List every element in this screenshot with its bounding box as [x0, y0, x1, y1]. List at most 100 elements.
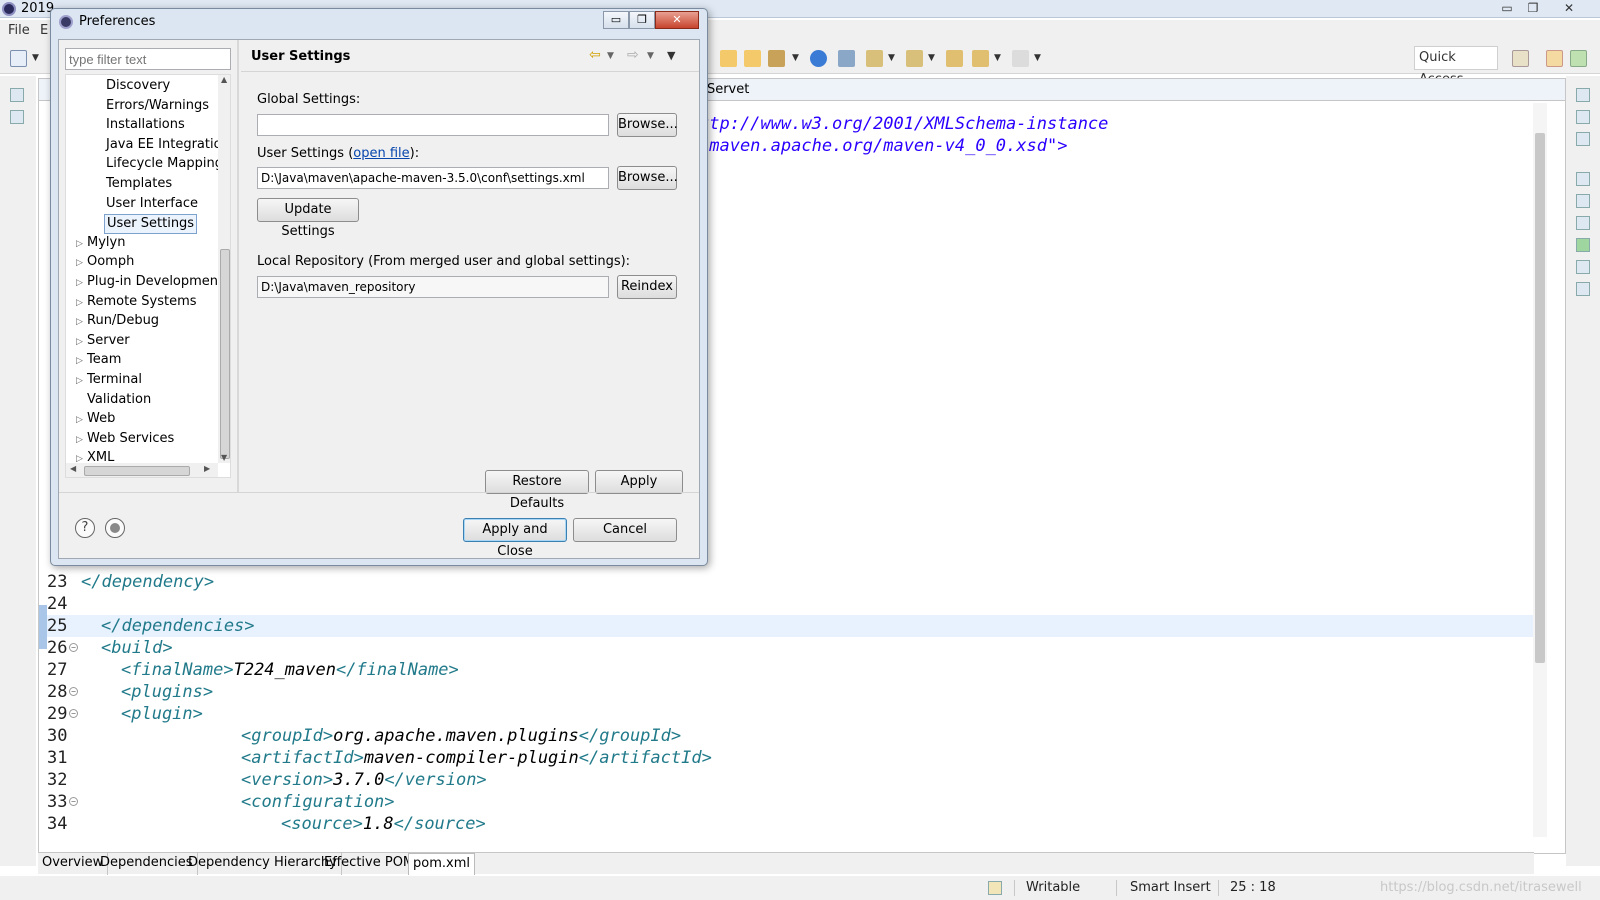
- project-explorer-icon[interactable]: [10, 110, 24, 124]
- fold-toggle-icon[interactable]: −: [69, 687, 78, 696]
- open-folder-icon[interactable]: [720, 50, 737, 67]
- global-settings-input[interactable]: [257, 114, 609, 136]
- close-window-button[interactable]: ✕: [1556, 0, 1582, 16]
- tree-expand-icon[interactable]: ▷: [76, 239, 83, 249]
- tree-item[interactable]: Team: [85, 351, 123, 371]
- tree-item[interactable]: Templates: [104, 175, 174, 195]
- user-browse-button[interactable]: Browse...: [617, 166, 678, 190]
- tree-item[interactable]: Validation: [85, 391, 153, 411]
- tree-horizontal-thumb[interactable]: [84, 466, 190, 476]
- tree-expand-icon[interactable]: ▷: [76, 435, 83, 445]
- restore-right-view-icon[interactable]: [1576, 88, 1590, 102]
- tree-item[interactable]: Remote Systems: [85, 293, 199, 313]
- tab-pom-xml[interactable]: pom.xml: [408, 853, 475, 875]
- tab-dependencies[interactable]: Dependencies: [96, 853, 198, 875]
- task-list-icon[interactable]: [1576, 132, 1590, 146]
- console-icon[interactable]: [1576, 282, 1590, 296]
- back-dropdown-icon[interactable]: ▼: [994, 53, 1001, 63]
- tree-item[interactable]: Discovery: [104, 77, 172, 97]
- tree-item[interactable]: Run/Debug: [85, 312, 161, 332]
- forward-dropdown-icon[interactable]: ▼: [1034, 53, 1041, 63]
- scroll-left-icon[interactable]: ◀: [70, 464, 76, 473]
- user-settings-input[interactable]: D:\Java\maven\apache-maven-3.5.0\conf\se…: [257, 167, 609, 189]
- tree-item[interactable]: Mylyn: [85, 234, 127, 254]
- open-type-icon[interactable]: [744, 50, 761, 67]
- globe-icon[interactable]: [810, 50, 827, 67]
- tree-expand-icon[interactable]: ▷: [76, 298, 83, 308]
- global-browse-button[interactable]: Browse...: [617, 113, 678, 137]
- outline-icon[interactable]: [1576, 110, 1590, 124]
- tab-effective-pom[interactable]: Effective POM: [320, 853, 420, 875]
- status-notification-icon[interactable]: [988, 881, 1002, 895]
- restore-button[interactable]: ❐: [1520, 0, 1546, 16]
- dialog-titlebar[interactable]: Preferences ▭ ❐ ✕: [51, 9, 707, 37]
- tree-item[interactable]: Web Services: [85, 430, 176, 450]
- data-source-icon[interactable]: [1576, 260, 1590, 274]
- tree-item[interactable]: User Settings: [104, 214, 198, 235]
- tree-item[interactable]: User Interface: [104, 195, 200, 215]
- debug-perspective-icon[interactable]: [1570, 50, 1587, 67]
- tree-item[interactable]: Errors/Warnings: [104, 97, 211, 117]
- dialog-close-button[interactable]: ✕: [655, 11, 699, 29]
- tab-dependency-hierarchy[interactable]: Dependency Hierarchy: [184, 853, 342, 875]
- cancel-button[interactable]: Cancel: [573, 518, 677, 542]
- editor-vertical-scrollbar[interactable]: [1533, 103, 1547, 837]
- scroll-up-icon[interactable]: ▲: [221, 75, 227, 84]
- servers-icon[interactable]: [1576, 238, 1590, 252]
- tree-item[interactable]: Server: [85, 332, 132, 352]
- forward-icon[interactable]: [1012, 50, 1029, 67]
- quick-access-field[interactable]: Quick Access: [1414, 46, 1498, 87]
- fold-toggle-icon[interactable]: −: [69, 709, 78, 718]
- back-history-dropdown-icon[interactable]: ▼: [607, 51, 614, 61]
- minimize-button[interactable]: ▭: [1494, 0, 1520, 16]
- forward-arrow-icon[interactable]: ⇨: [627, 47, 639, 63]
- help-icon[interactable]: ?: [75, 518, 95, 538]
- tree-item[interactable]: Terminal: [85, 371, 144, 391]
- restore-bottom-view-icon[interactable]: [1576, 172, 1590, 186]
- new-dropdown-icon[interactable]: ▼: [32, 53, 39, 63]
- tree-expand-icon[interactable]: ▷: [76, 337, 83, 347]
- menu-file[interactable]: File: [8, 23, 30, 38]
- filter-input[interactable]: [65, 48, 231, 70]
- scroll-down-icon[interactable]: ▼: [221, 453, 227, 462]
- apply-and-close-button[interactable]: Apply and Close: [463, 518, 567, 559]
- fold-toggle-icon[interactable]: −: [69, 643, 78, 652]
- tree-expand-icon[interactable]: ▷: [76, 278, 83, 288]
- import-export-icon[interactable]: [105, 518, 125, 538]
- properties-icon[interactable]: [1576, 216, 1590, 230]
- tree-item[interactable]: Plug-in Development: [85, 273, 225, 293]
- open-perspective-icon[interactable]: [1512, 50, 1529, 67]
- tree-item[interactable]: Web: [85, 410, 117, 430]
- tree-expand-icon[interactable]: ▷: [76, 376, 83, 386]
- tree-horizontal-scrollbar[interactable]: ◀ ▶: [66, 463, 218, 477]
- search-dropdown-icon[interactable]: ▼: [792, 53, 799, 63]
- forward-history-dropdown-icon[interactable]: ▼: [647, 51, 654, 61]
- view-menu-icon[interactable]: ▼: [667, 49, 675, 62]
- new-icon[interactable]: [10, 50, 27, 67]
- reindex-button[interactable]: Reindex: [617, 275, 677, 299]
- tree-item[interactable]: Lifecycle Mappings: [104, 155, 230, 175]
- dialog-minimize-button[interactable]: ▭: [603, 11, 629, 29]
- tree-item[interactable]: Oomph: [85, 253, 136, 273]
- prev-annotation-dropdown-icon[interactable]: ▼: [928, 53, 935, 63]
- tree-expand-icon[interactable]: ▷: [76, 317, 83, 327]
- open-file-link[interactable]: open file: [353, 146, 409, 161]
- markers-icon[interactable]: [1576, 194, 1590, 208]
- prev-annotation-icon[interactable]: [906, 50, 923, 67]
- editor-scroll-thumb[interactable]: [1535, 133, 1545, 663]
- tree-item[interactable]: Java EE Integration: [104, 136, 230, 156]
- back-arrow-icon[interactable]: ⇦: [589, 47, 601, 63]
- tree-vertical-scrollbar[interactable]: ▲ ▼: [218, 75, 230, 463]
- update-settings-button[interactable]: Update Settings: [257, 198, 359, 239]
- annotation-icon[interactable]: [838, 50, 855, 67]
- restore-view-icon[interactable]: [10, 88, 24, 102]
- menu-edit[interactable]: E: [40, 23, 48, 38]
- next-annotation-dropdown-icon[interactable]: ▼: [888, 53, 895, 63]
- tree-expand-icon[interactable]: ▷: [76, 258, 83, 268]
- tree-vertical-thumb[interactable]: [220, 249, 230, 459]
- search-tool-icon[interactable]: [768, 50, 785, 67]
- tree-expand-icon[interactable]: ▷: [76, 356, 83, 366]
- tree-expand-icon[interactable]: ▷: [76, 415, 83, 425]
- back-icon[interactable]: [972, 50, 989, 67]
- apply-button[interactable]: Apply: [595, 470, 683, 494]
